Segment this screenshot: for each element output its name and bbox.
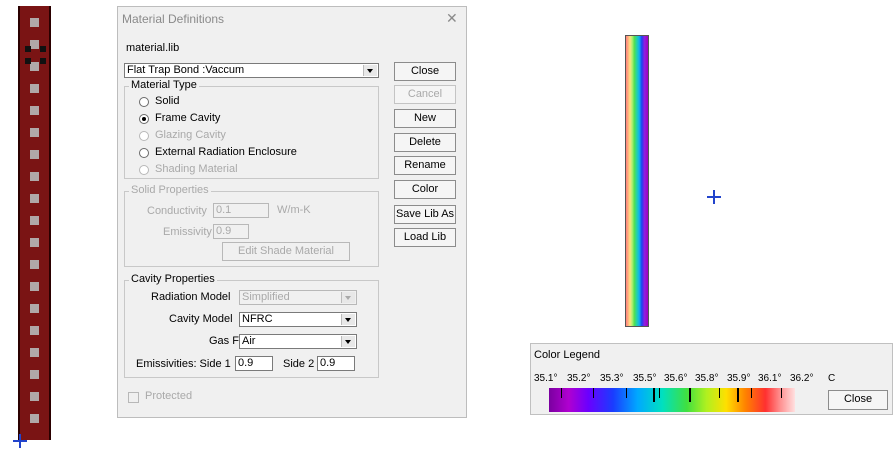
legend-tick: 35.8° bbox=[695, 373, 719, 384]
frame-strip-cell bbox=[30, 128, 39, 137]
material-definitions-dialog: Material Definitions ✕ material.lib Flat… bbox=[117, 6, 467, 418]
gas-fill-value: Air bbox=[242, 335, 256, 347]
conductivity-field: 0.1 bbox=[213, 203, 269, 218]
solid-properties-group: Solid Properties Conductivity 0.1 W/m-K … bbox=[124, 184, 379, 267]
chevron-down-icon bbox=[341, 292, 355, 303]
radio-shading-material bbox=[139, 165, 149, 175]
emissivities-side1-label: Emissivities: Side 1 bbox=[136, 358, 231, 370]
frame-strip-cell bbox=[30, 106, 39, 115]
option-solid-label: Solid bbox=[155, 95, 180, 107]
protected-label: Protected bbox=[145, 390, 193, 402]
frame-strip-cell bbox=[30, 150, 39, 159]
frame-strip-cell bbox=[30, 84, 39, 93]
frame-strip-cell bbox=[30, 326, 39, 335]
radiation-model-label: Radiation Model bbox=[151, 291, 231, 303]
legend-tick: 35.3° bbox=[600, 373, 624, 384]
frame-strip-cell bbox=[30, 414, 39, 423]
conductivity-unit: W/m-K bbox=[277, 204, 311, 216]
frame-strip-cell bbox=[30, 260, 39, 269]
side1-emissivity-field[interactable]: 0.9 bbox=[235, 356, 273, 371]
close-button[interactable]: Close bbox=[394, 62, 456, 81]
frame-strip-cell bbox=[30, 18, 39, 27]
option-external-radiation-label: External Radiation Enclosure bbox=[155, 146, 297, 158]
option-frame-cavity-label: Frame Cavity bbox=[155, 112, 221, 124]
crosshair-icon bbox=[13, 434, 27, 448]
material-type-title: Material Type bbox=[129, 79, 199, 91]
radio-glazing-cavity bbox=[139, 131, 149, 141]
frame-strip-cell bbox=[30, 282, 39, 291]
frame-strip bbox=[18, 6, 51, 440]
frame-strip-marker bbox=[40, 46, 46, 52]
radiation-model-value: Simplified bbox=[242, 291, 290, 303]
close-icon[interactable]: ✕ bbox=[446, 10, 458, 27]
legend-tick: 35.6° bbox=[664, 373, 688, 384]
protected-checkbox bbox=[128, 392, 139, 403]
delete-button[interactable]: Delete bbox=[394, 133, 456, 152]
legend-tick: 36.2° bbox=[790, 373, 814, 384]
material-select[interactable]: Flat Trap Bond :Vaccum bbox=[124, 63, 379, 78]
solid-properties-title: Solid Properties bbox=[129, 184, 211, 196]
side2-emissivity-field[interactable]: 0.9 bbox=[317, 356, 355, 371]
legend-tick: 35.2° bbox=[567, 373, 591, 384]
frame-strip-cell bbox=[30, 216, 39, 225]
frame-strip-marker bbox=[25, 46, 31, 52]
chevron-down-icon[interactable] bbox=[341, 314, 355, 325]
legend-tick: 36.1° bbox=[758, 373, 782, 384]
option-glazing-cavity-label: Glazing Cavity bbox=[155, 129, 226, 141]
radio-solid[interactable] bbox=[139, 97, 149, 107]
chevron-down-icon[interactable] bbox=[341, 336, 355, 347]
frame-strip-cell bbox=[30, 392, 39, 401]
radiation-model-select: Simplified bbox=[239, 290, 357, 305]
frame-strip-cell bbox=[30, 40, 39, 49]
frame-strip-cell bbox=[30, 304, 39, 313]
load-lib-button[interactable]: Load Lib bbox=[394, 228, 456, 247]
dialog-title: Material Definitions bbox=[122, 12, 225, 26]
save-lib-as-button[interactable]: Save Lib As bbox=[394, 205, 456, 224]
frame-strip-cell bbox=[30, 370, 39, 379]
legend-color-bar bbox=[549, 388, 795, 412]
temperature-color-bar bbox=[625, 35, 649, 327]
color-button[interactable]: Color bbox=[394, 180, 456, 199]
cavity-model-value: NFRC bbox=[242, 313, 273, 325]
legend-tick: 35.5° bbox=[633, 373, 657, 384]
cavity-properties-group: Cavity Properties Radiation Model Simpli… bbox=[124, 273, 379, 378]
frame-strip-cell bbox=[30, 348, 39, 357]
gas-fill-select[interactable]: Air bbox=[239, 334, 357, 349]
frame-strip-cell bbox=[30, 62, 39, 71]
legend-unit: C bbox=[828, 373, 836, 384]
option-shading-material-label: Shading Material bbox=[155, 163, 238, 175]
color-legend-window: Color Legend 35.1° 35.2° 35.3° 35.5° 35.… bbox=[530, 343, 893, 415]
legend-close-button[interactable]: Close bbox=[828, 390, 888, 410]
library-file-label: material.lib bbox=[126, 42, 180, 54]
color-legend-title: Color Legend bbox=[534, 349, 601, 361]
legend-tick: 35.9° bbox=[727, 373, 751, 384]
emissivity-label: Emissivity bbox=[163, 226, 212, 238]
frame-strip-marker bbox=[25, 58, 31, 64]
new-button[interactable]: New bbox=[394, 109, 456, 128]
crosshair-icon bbox=[707, 190, 721, 204]
cavity-properties-title: Cavity Properties bbox=[129, 273, 217, 285]
frame-strip-marker bbox=[40, 58, 46, 64]
frame-strip-cell bbox=[30, 238, 39, 247]
legend-tick: 35.1° bbox=[534, 373, 558, 384]
radio-frame-cavity[interactable] bbox=[139, 114, 149, 124]
radio-external-radiation[interactable] bbox=[139, 148, 149, 158]
frame-strip-cell bbox=[30, 172, 39, 181]
cancel-button: Cancel bbox=[394, 85, 456, 104]
side2-label: Side 2 bbox=[283, 358, 315, 370]
material-type-group: Material Type Solid Frame Cavity Glazing… bbox=[124, 79, 379, 179]
cavity-model-label: Cavity Model bbox=[169, 313, 233, 325]
cavity-model-select[interactable]: NFRC bbox=[239, 312, 357, 327]
material-select-value: Flat Trap Bond :Vaccum bbox=[127, 64, 245, 76]
emissivity-field: 0.9 bbox=[213, 224, 249, 239]
frame-strip-cell bbox=[30, 194, 39, 203]
rename-button[interactable]: Rename bbox=[394, 156, 456, 175]
edit-shade-material-button: Edit Shade Material bbox=[222, 242, 350, 261]
conductivity-label: Conductivity bbox=[147, 205, 207, 217]
chevron-down-icon[interactable] bbox=[363, 65, 377, 76]
